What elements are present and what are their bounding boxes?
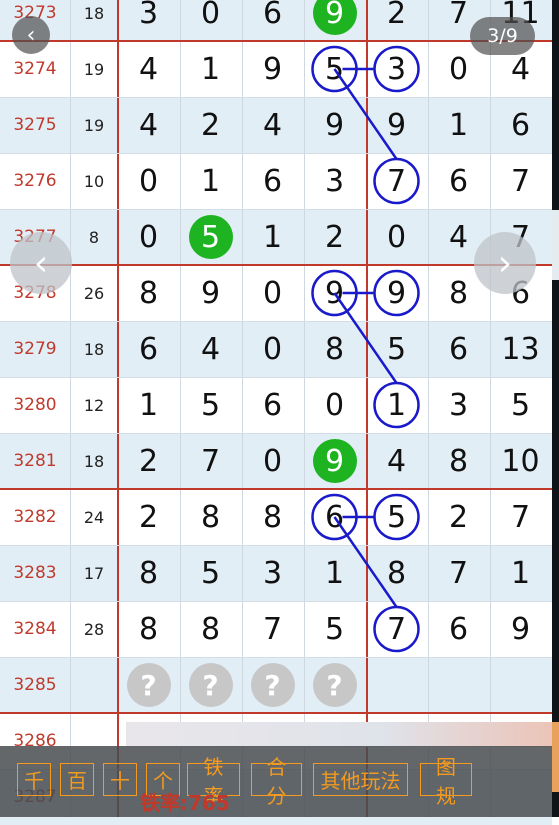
connector-line: [333, 68, 398, 160]
trend-connector-layer: [311, 45, 420, 653]
side-edge-band: [552, 210, 559, 280]
circle-mark: [373, 605, 420, 653]
side-edge-band: [552, 722, 559, 792]
prev-image-button[interactable]: ‹: [10, 232, 72, 294]
circle-mark: [373, 45, 420, 93]
chevron-right-icon: ›: [497, 242, 513, 284]
circle-mark: [373, 269, 420, 317]
back-button[interactable]: ‹: [12, 16, 50, 54]
toolbar-button[interactable]: 其他玩法: [313, 763, 408, 796]
toolbar-button[interactable]: 十: [103, 763, 137, 796]
connector-line: [333, 516, 398, 608]
toolbar-button[interactable]: 百: [60, 763, 94, 796]
next-image-button[interactable]: ›: [474, 232, 536, 294]
toolbar-button[interactable]: 千: [17, 763, 51, 796]
toolbar-button[interactable]: 图规: [420, 755, 472, 808]
toolbar-button[interactable]: 合分: [251, 755, 302, 808]
photo-strip: [126, 722, 552, 747]
circle-mark: [373, 157, 420, 205]
connector-line: [333, 292, 398, 384]
page-indicator: 3/9: [470, 17, 535, 55]
circle-mark: [373, 493, 420, 541]
chevron-left-icon: ‹: [26, 22, 36, 48]
circle-mark: [373, 381, 420, 429]
side-edge: [552, 0, 559, 817]
chevron-left-icon: ‹: [33, 242, 49, 284]
iron-rate-label: 铁率:765: [140, 791, 230, 815]
